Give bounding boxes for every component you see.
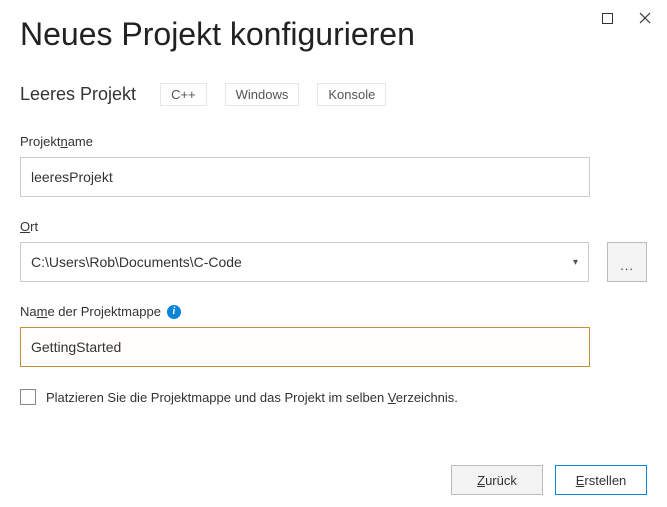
info-icon[interactable]: i — [167, 305, 181, 319]
tag-cpp: C++ — [160, 83, 207, 106]
project-type-label: Leeres Projekt — [20, 84, 136, 105]
tag-windows: Windows — [225, 83, 300, 106]
location-label: Ort — [20, 219, 647, 234]
solution-name-input[interactable] — [20, 327, 590, 367]
same-directory-label: Platzieren Sie die Projektmappe und das … — [46, 390, 458, 405]
project-name-label: Projektname — [20, 134, 647, 149]
close-icon — [639, 12, 651, 24]
same-directory-checkbox[interactable] — [20, 389, 36, 405]
maximize-icon — [602, 13, 613, 24]
location-value: C:\Users\Rob\Documents\C-Code — [31, 254, 242, 270]
project-name-input[interactable] — [20, 157, 590, 197]
maximize-button[interactable] — [597, 8, 617, 28]
browse-button[interactable]: ... — [607, 242, 647, 282]
create-button[interactable]: Erstellen — [555, 465, 647, 495]
back-button[interactable]: Zurück — [451, 465, 543, 495]
page-title: Neues Projekt konfigurieren — [20, 16, 647, 53]
close-button[interactable] — [635, 8, 655, 28]
tag-console: Konsole — [317, 83, 386, 106]
solution-name-label: Name der Projektmappe i — [20, 304, 647, 319]
chevron-down-icon: ▾ — [573, 257, 578, 268]
location-combobox[interactable]: C:\Users\Rob\Documents\C-Code ▾ — [20, 242, 589, 282]
browse-label: ... — [620, 258, 634, 273]
subheader: Leeres Projekt C++ Windows Konsole — [20, 83, 647, 106]
